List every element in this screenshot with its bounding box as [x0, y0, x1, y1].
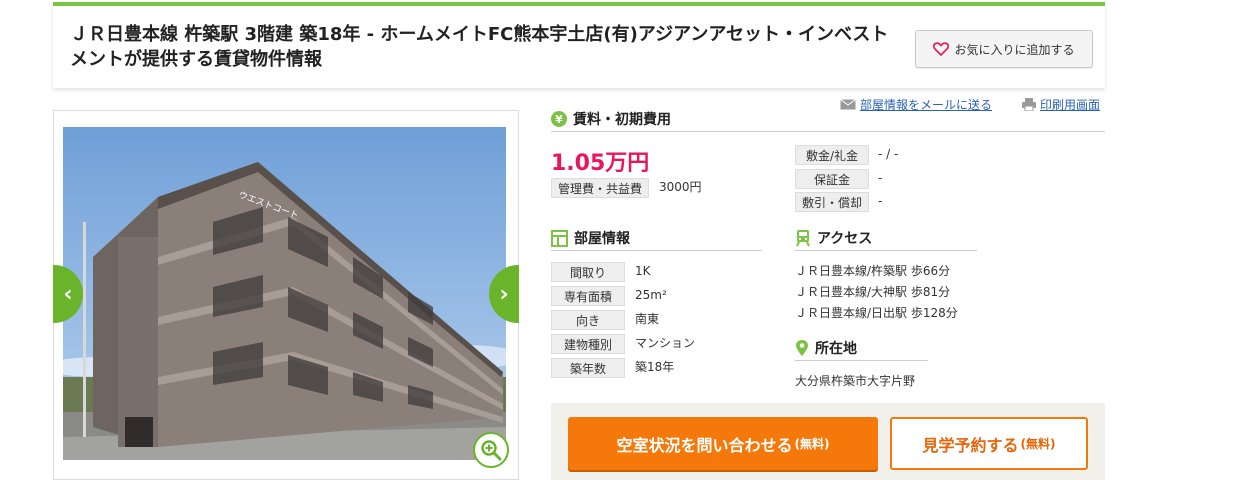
mgmt-fee-label: 管理費・共益費: [551, 178, 649, 198]
mgmt-fee-value: 3000円: [659, 180, 702, 194]
address-text: 大分県杵築市大字片野: [795, 374, 916, 388]
location-section-heading: 所在地: [795, 338, 857, 358]
room-row-value: 南東: [635, 312, 660, 326]
map-pin-icon: [796, 340, 808, 356]
print-label: 印刷用画面: [1040, 98, 1101, 112]
add-favorite-button[interactable]: お気に入りに追加する: [915, 30, 1093, 68]
location-heading-label: 所在地: [815, 341, 857, 357]
visit-label: 見学予約する: [922, 435, 1019, 455]
access-line: ＪＲ日豊本線/杵築駅 歩66分: [795, 264, 951, 278]
room-section-heading: 部屋情報: [551, 228, 630, 248]
inquiry-free-note: (無料): [794, 437, 830, 451]
guarantee-value: -: [878, 171, 883, 185]
floorplan-icon: [551, 229, 568, 247]
room-row-value: 1K: [635, 264, 651, 278]
shikibiki-label: 敷引・償却: [795, 192, 869, 212]
photo-zoom-button[interactable]: [473, 432, 509, 468]
svg-text:¥: ¥: [555, 113, 563, 126]
printer-icon: [1022, 98, 1036, 111]
inquiry-button[interactable]: 空室状況を問い合わせる (無料): [568, 417, 878, 470]
chevron-right-icon: ›: [499, 281, 509, 307]
rent-heading-label: 賃料・初期費用: [573, 112, 671, 128]
access-section-heading: アクセス: [795, 228, 872, 248]
access-divider: [795, 250, 977, 251]
rent-section-heading: ¥ 賃料・初期費用: [551, 109, 671, 129]
deposit-value: - / -: [878, 147, 899, 161]
access-line: ＪＲ日豊本線/大神駅 歩81分: [795, 285, 951, 299]
room-row-label: 築年数: [551, 358, 625, 378]
rent-price: 1.05万円: [551, 151, 650, 176]
guarantee-label: 保証金: [795, 169, 869, 189]
train-icon: [796, 230, 810, 247]
visit-reservation-button[interactable]: 見学予約する (無料): [890, 417, 1088, 470]
mail-icon: [840, 99, 856, 110]
building-photo: ウエストコート: [63, 127, 506, 460]
send-mail-link[interactable]: 部屋情報をメールに送る: [840, 96, 1020, 113]
access-heading-label: アクセス: [817, 231, 873, 247]
shikibiki-value: -: [878, 194, 883, 208]
room-row-label: 間取り: [551, 262, 625, 282]
print-link[interactable]: 印刷用画面: [1022, 96, 1112, 113]
access-line: ＪＲ日豊本線/日出駅 歩128分: [795, 306, 958, 320]
room-heading-label: 部屋情報: [574, 231, 630, 247]
add-favorite-label: お気に入りに追加する: [954, 42, 1075, 57]
chevron-left-icon: ‹: [63, 281, 73, 307]
room-row-label: 建物種別: [551, 334, 625, 354]
room-row-label: 専有面積: [551, 286, 625, 306]
zoom-in-icon: [481, 440, 502, 461]
rent-divider: [551, 131, 1105, 132]
room-row-value: 25m²: [635, 288, 667, 302]
room-divider: [551, 250, 762, 251]
heart-icon: [933, 42, 950, 56]
send-mail-label: 部屋情報をメールに送る: [860, 98, 993, 112]
yen-icon: ¥: [551, 111, 567, 127]
room-row-label: 向き: [551, 310, 625, 330]
location-divider: [795, 360, 928, 361]
inquiry-label: 空室状況を問い合わせる: [616, 435, 793, 455]
room-row-value: マンション: [635, 336, 696, 350]
title-bar: ＪＲ日豊本線 杵築駅 3階建 築18年 - ホームメイトFC熊本宇土店(有)アジ…: [53, 2, 1105, 88]
page-title: ＪＲ日豊本線 杵築駅 3階建 築18年 - ホームメイトFC熊本宇土店(有)アジ…: [70, 24, 889, 70]
room-row-value: 築18年: [635, 360, 675, 374]
visit-free-note: (無料): [1020, 437, 1056, 451]
deposit-label: 敷金/礼金: [795, 145, 869, 165]
